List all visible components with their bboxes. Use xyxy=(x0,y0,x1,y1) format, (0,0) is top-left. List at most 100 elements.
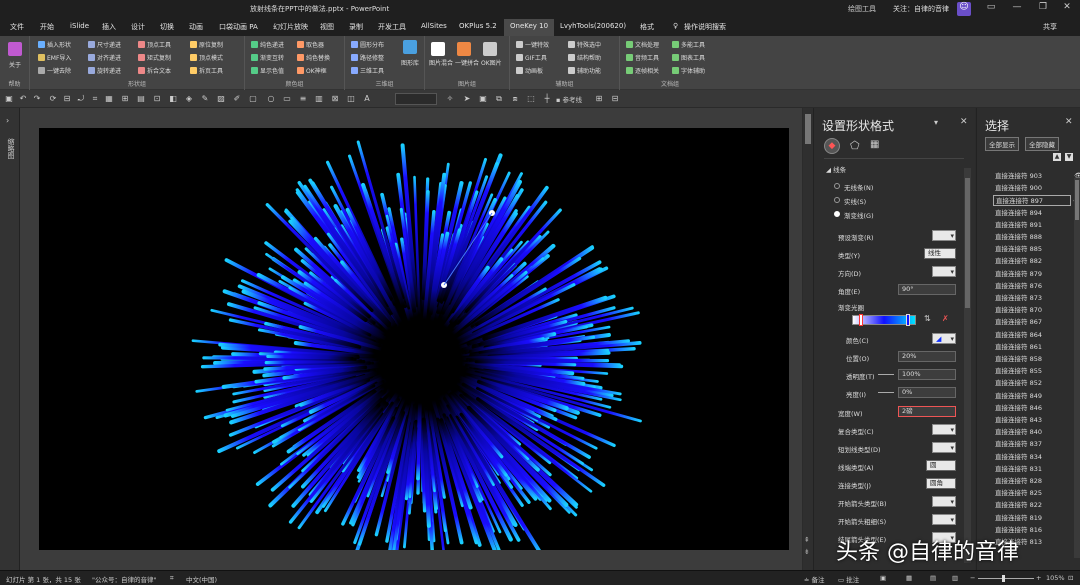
add-stop-icon[interactable]: ⇅ xyxy=(924,314,932,326)
font-color-icon[interactable]: A xyxy=(362,94,372,104)
zoom-out-icon[interactable]: − xyxy=(970,574,975,582)
insert-shape-button[interactable]: 插入形状 xyxy=(38,40,71,49)
show-color-button[interactable]: 显示色值 xyxy=(251,66,284,75)
undo-icon[interactable]: ↶ xyxy=(18,94,28,104)
next-slide-icon[interactable]: ⇟ xyxy=(804,548,810,556)
ray-group[interactable] xyxy=(191,140,642,550)
solid-line-radio[interactable] xyxy=(834,197,840,203)
rotate-icon[interactable]: ⤾ xyxy=(76,94,86,104)
reading-view-icon[interactable]: ▤ xyxy=(930,574,936,582)
cap-type-dropdown[interactable]: 圆 xyxy=(926,460,956,471)
vertex-tool-button[interactable]: 顶点工具 xyxy=(138,40,171,49)
tab-pocket-animation[interactable]: 口袋动画 PA xyxy=(219,22,258,32)
prev-slide-icon[interactable]: ⇞ xyxy=(804,536,810,544)
angle-input[interactable]: 90° xyxy=(898,284,956,295)
selection-icon[interactable]: ⬚ xyxy=(526,94,536,104)
tab-slideshow[interactable]: 幻灯片放映 xyxy=(273,22,308,32)
pen-icon[interactable]: ✎ xyxy=(200,94,210,104)
format-pane-scrollbar[interactable] xyxy=(964,168,971,563)
frame-related-button[interactable]: 逐帧相关 xyxy=(626,66,659,75)
scroll-thumb[interactable] xyxy=(805,114,811,144)
tab-animations[interactable]: 动画 xyxy=(189,22,203,32)
arrow-icon[interactable]: ➤ xyxy=(462,94,472,104)
effects-icon[interactable]: ⬠ xyxy=(850,139,860,152)
selection-item[interactable]: 直接连接符 819👁 xyxy=(993,513,1080,524)
picture-icon[interactable]: ▨ xyxy=(216,94,226,104)
brightness-input[interactable]: 0% xyxy=(898,387,956,398)
tab-lvyhtools[interactable]: LvyhTools(200620) xyxy=(560,22,626,30)
ray-line[interactable] xyxy=(264,359,363,365)
layers-icon[interactable]: ◫ xyxy=(346,94,356,104)
color-picker-button[interactable]: 取色器 xyxy=(297,40,324,49)
comments-button[interactable]: ▭ 批注 xyxy=(838,574,859,584)
zoom-slider[interactable] xyxy=(978,578,1034,579)
thumbnail-pane[interactable]: › 缩略图 xyxy=(0,108,20,570)
notes-button[interactable]: ≐ 备注 xyxy=(804,574,825,584)
about-button[interactable]: 关于 xyxy=(9,60,21,69)
table-icon[interactable]: ⊠ xyxy=(330,94,340,104)
show-all-button[interactable]: 全部显示 xyxy=(985,137,1019,151)
ok-image-button[interactable]: OK图片 xyxy=(481,58,502,67)
tab-developer[interactable]: 开发工具 xyxy=(378,22,406,32)
radial-burst[interactable] xyxy=(39,128,789,550)
selection-item[interactable]: 直接连接符 858👁 xyxy=(993,354,1080,365)
selection-item[interactable]: 直接连接符 825👁 xyxy=(993,488,1080,499)
no-line-radio[interactable] xyxy=(834,183,840,189)
gradient-swap-button[interactable]: 渐变互转 xyxy=(251,53,284,62)
matrix-copy-button[interactable]: 矩式复制 xyxy=(138,53,171,62)
selection-item[interactable]: 直接连接符 885👁 xyxy=(993,244,1080,255)
structure-help-button[interactable]: 结构帮助 xyxy=(568,53,601,62)
align-step-button[interactable]: 对齐递进 xyxy=(88,53,121,62)
selection-item[interactable]: 直接连接符 831👁 xyxy=(993,464,1080,475)
share-button[interactable]: 共享 xyxy=(1043,22,1057,32)
one-click-effect-button[interactable]: 一键特效 xyxy=(516,40,549,49)
layer-down-icon[interactable]: ⧈ xyxy=(510,94,520,104)
zoom-slider-thumb[interactable] xyxy=(1002,575,1005,582)
animation-board-button[interactable]: 动画板 xyxy=(516,66,543,75)
slide-canvas[interactable] xyxy=(39,128,789,550)
selection-item[interactable]: 直接连接符 828👁 xyxy=(993,476,1080,487)
assist-function-button[interactable]: 辅助功能 xyxy=(568,66,601,75)
circle-shape-icon[interactable]: ○ xyxy=(266,94,276,104)
ray-line[interactable] xyxy=(266,354,354,360)
selection-item[interactable]: 直接连接符 888👁 xyxy=(993,232,1080,243)
search-icon[interactable]: ♀ xyxy=(673,22,678,30)
one-click-merge-button[interactable]: 一键拼合 xyxy=(455,58,479,67)
begin-arrow-type-dropdown[interactable] xyxy=(932,496,956,507)
selection-item[interactable]: 直接连接符 903 👁 xyxy=(993,171,1080,182)
reference-line-toggle[interactable]: ▪ 参考线 xyxy=(556,94,586,104)
remove-stop-icon[interactable]: ✗ xyxy=(942,314,952,326)
preset-gradient-dropdown[interactable] xyxy=(932,230,956,241)
circle-distribute-button[interactable]: 圆形分布 xyxy=(351,40,384,49)
dash-type-dropdown[interactable] xyxy=(932,442,956,453)
account-name[interactable]: 关注：自律的音律 xyxy=(893,4,949,14)
special-select-button[interactable]: 特殊选中 xyxy=(568,40,601,49)
picture-tool-icon[interactable]: ▣ xyxy=(478,94,488,104)
spellcheck-icon[interactable]: ⌗ xyxy=(170,574,174,583)
shape-library-button[interactable]: 图形库 xyxy=(401,58,419,67)
selection-item[interactable]: 直接连接符 843👁 xyxy=(993,415,1080,426)
inplace-copy-button[interactable]: 原位复制 xyxy=(190,40,223,49)
begin-arrow-size-dropdown[interactable] xyxy=(932,514,956,525)
tell-me-search[interactable]: 操作说明搜索 xyxy=(684,22,726,32)
grid-toggle-icon[interactable]: ⊞ xyxy=(594,94,604,104)
chart-small-icon[interactable]: ▥ xyxy=(314,94,324,104)
tab-design[interactable]: 设计 xyxy=(131,22,145,32)
selection-item[interactable]: 直接连接符 873👁 xyxy=(993,293,1080,304)
crop-icon[interactable]: ⌗ xyxy=(90,94,100,104)
about-icon[interactable] xyxy=(8,42,22,56)
group-icon[interactable]: ⊡ xyxy=(152,94,162,104)
transparency-slider[interactable] xyxy=(878,374,894,375)
vertex-mode-button[interactable]: 顶点模式 xyxy=(190,53,223,62)
zoom-level[interactable]: 105% xyxy=(1046,574,1065,582)
guide-icon[interactable]: ┼ xyxy=(542,94,552,104)
slide-scrollbar[interactable]: ⇞ ⇟ xyxy=(803,108,813,570)
expand-icon[interactable]: › xyxy=(6,116,9,125)
position-input[interactable]: 20% xyxy=(898,351,956,362)
3d-tool-button[interactable]: 三维工具 xyxy=(351,66,384,75)
tab-home[interactable]: 开始 xyxy=(40,22,54,32)
pane-menu-icon[interactable]: ▾ xyxy=(934,118,938,127)
tab-islide[interactable]: iSlide xyxy=(70,22,89,30)
bring-forward-icon[interactable]: ▲ xyxy=(1053,153,1061,161)
selection-item[interactable]: 直接连接符 840👁 xyxy=(993,427,1080,438)
